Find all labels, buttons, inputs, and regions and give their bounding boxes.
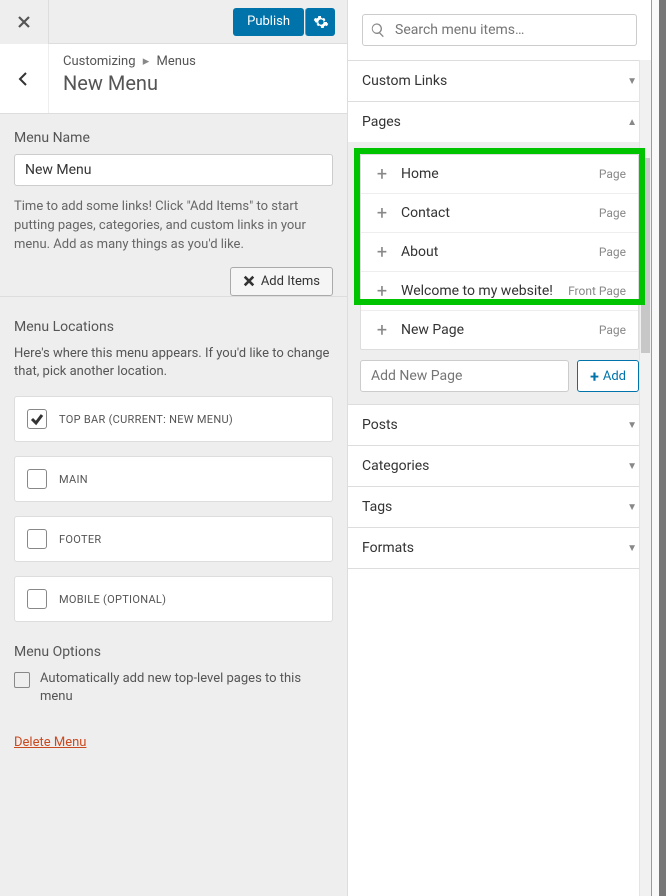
chevron-down-icon: ▼: [627, 502, 637, 513]
search-icon: [370, 22, 386, 38]
close-icon: [243, 275, 255, 287]
location-label: MOBILE (OPTIONAL): [59, 593, 166, 606]
pages-panel: + Home Page + Contact Page + About Page: [348, 142, 651, 405]
options-title: Menu Options: [14, 644, 333, 660]
breadcrumb-sep: ▸: [143, 54, 150, 69]
accordion-label: Pages: [362, 114, 401, 130]
delete-menu-link[interactable]: Delete Menu: [14, 735, 86, 750]
accordion-label: Posts: [362, 417, 398, 433]
menu-name-label: Menu Name: [14, 130, 333, 146]
page-item-newpage[interactable]: + New Page Page: [361, 311, 638, 349]
checkbox[interactable]: [27, 529, 47, 549]
add-items-button[interactable]: Add Items: [230, 267, 333, 296]
chevron-up-icon: ▲: [627, 117, 637, 128]
window-edge: [652, 0, 666, 896]
scrollbar[interactable]: [639, 60, 651, 896]
breadcrumb: Customizing ▸ Menus: [63, 54, 333, 69]
page-item-contact[interactable]: + Contact Page: [361, 194, 638, 233]
breadcrumb-current: Menus: [157, 54, 196, 69]
checkbox[interactable]: [27, 589, 47, 609]
breadcrumb-parent: Customizing: [63, 54, 136, 69]
page-item-home[interactable]: + Home Page: [361, 155, 638, 194]
add-page-button[interactable]: + Add: [577, 360, 639, 392]
plus-icon: +: [373, 204, 391, 222]
plus-icon: +: [373, 282, 391, 300]
item-title: Contact: [401, 205, 599, 221]
accordion-label: Custom Links: [362, 73, 447, 89]
item-title: New Page: [401, 322, 599, 338]
accordion-label: Tags: [362, 499, 392, 515]
accordion-categories[interactable]: Categories ▼: [348, 446, 651, 487]
locations-title: Menu Locations: [14, 319, 333, 335]
item-title: Home: [401, 166, 599, 182]
publish-label: Publish: [233, 14, 304, 29]
chevron-down-icon: ▼: [627, 461, 637, 472]
scroll-thumb[interactable]: [641, 158, 650, 353]
item-title: Welcome to my website!: [401, 282, 568, 300]
checkbox[interactable]: [14, 672, 30, 688]
publish-settings-button[interactable]: [305, 8, 335, 36]
item-type: Page: [599, 245, 626, 259]
publish-button[interactable]: Publish: [233, 8, 304, 36]
location-label: MAIN: [59, 473, 88, 486]
location-main[interactable]: MAIN: [14, 456, 333, 502]
page-title: New Menu: [63, 71, 333, 95]
help-text: Time to add some links! Click "Add Items…: [14, 198, 333, 255]
chevron-down-icon: ▼: [627, 543, 637, 554]
add-items-label: Add Items: [261, 274, 320, 289]
accordion-label: Categories: [362, 458, 429, 474]
location-topbar[interactable]: TOP BAR (CURRENT: NEW MENU): [14, 396, 333, 442]
auto-add-option[interactable]: Automatically add new top-level pages to…: [14, 670, 333, 706]
locations-desc: Here's where this menu appears. If you'd…: [14, 345, 333, 383]
add-button-label: Add: [603, 369, 626, 384]
plus-icon: +: [373, 243, 391, 261]
accordion-custom-links[interactable]: Custom Links ▼: [348, 61, 651, 102]
gear-icon: [313, 14, 329, 30]
accordion-tags[interactable]: Tags ▼: [348, 487, 651, 528]
search-box: [362, 14, 637, 46]
location-label: FOOTER: [59, 533, 101, 546]
page-item-about[interactable]: + About Page: [361, 233, 638, 272]
item-type: Front Page: [568, 284, 626, 298]
back-button[interactable]: [0, 44, 49, 113]
item-type: Page: [599, 206, 626, 220]
page-item-welcome[interactable]: + Welcome to my website! Front Page: [361, 272, 638, 311]
chevron-down-icon: ▼: [627, 420, 637, 431]
auto-add-label: Automatically add new top-level pages to…: [40, 670, 333, 706]
menu-name-input[interactable]: [14, 154, 333, 186]
close-button[interactable]: [0, 0, 49, 44]
location-mobile[interactable]: MOBILE (OPTIONAL): [14, 576, 333, 622]
checkbox[interactable]: [27, 469, 47, 489]
add-page-input[interactable]: [360, 360, 569, 392]
accordion-label: Formats: [362, 540, 414, 556]
checkbox-checked[interactable]: [27, 409, 47, 429]
plus-icon: +: [590, 367, 599, 386]
item-type: Page: [599, 167, 626, 181]
search-input[interactable]: [362, 14, 637, 46]
accordion-formats[interactable]: Formats ▼: [348, 528, 651, 569]
item-title: About: [401, 244, 599, 260]
accordion-pages[interactable]: Pages ▲: [348, 102, 651, 142]
divider: [0, 296, 347, 297]
plus-icon: +: [373, 165, 391, 183]
location-label: TOP BAR (CURRENT: NEW MENU): [59, 413, 233, 426]
accordion-posts[interactable]: Posts ▼: [348, 405, 651, 446]
item-type: Page: [599, 323, 626, 337]
plus-icon: +: [373, 321, 391, 339]
chevron-down-icon: ▼: [627, 76, 637, 87]
location-footer[interactable]: FOOTER: [14, 516, 333, 562]
